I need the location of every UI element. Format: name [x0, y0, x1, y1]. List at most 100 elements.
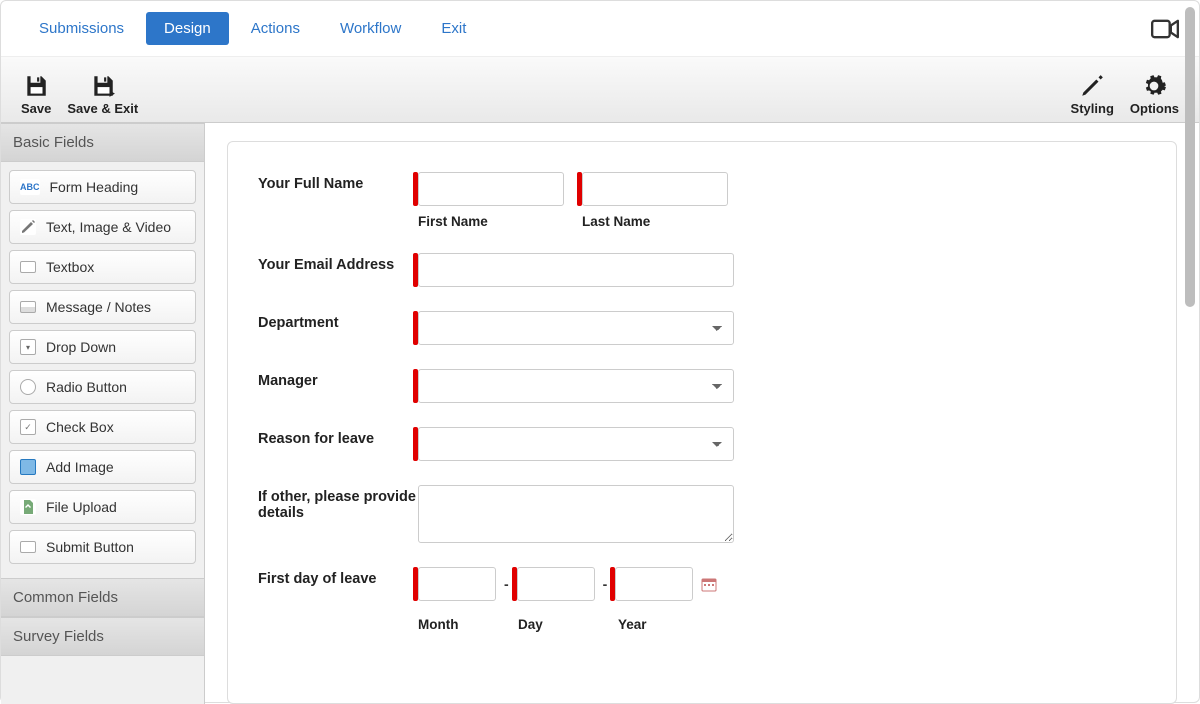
required-indicator [413, 427, 418, 461]
label-reason: Reason for leave [258, 427, 418, 447]
field-item-label: File Upload [46, 499, 117, 515]
month-input[interactable] [418, 567, 496, 601]
tab-actions[interactable]: Actions [233, 12, 318, 45]
row-email: Your Email Address [258, 253, 1146, 287]
reason-select[interactable] [418, 427, 734, 461]
top-tabbar: Submissions Design Actions Workflow Exit [1, 1, 1199, 57]
sublabel-last-name: Last Name [582, 214, 728, 229]
sidebar-header-basic[interactable]: Basic Fields [1, 123, 204, 162]
field-item-label: Drop Down [46, 339, 116, 355]
form-canvas[interactable]: Your Full Name First Name Last Name [227, 141, 1177, 704]
edit-icon [20, 219, 36, 235]
sublabel-day: Day [518, 617, 596, 632]
save-button[interactable]: Save [21, 73, 51, 116]
abc-icon: ABC [20, 179, 40, 195]
save-exit-label: Save & Exit [67, 101, 138, 116]
save-icon [23, 73, 49, 99]
field-item-form-heading[interactable]: ABC Form Heading [9, 170, 196, 204]
sublabel-month: Month [418, 617, 496, 632]
message-icon [20, 301, 36, 313]
tab-exit[interactable]: Exit [423, 12, 484, 45]
field-item-label: Check Box [46, 419, 114, 435]
row-full-name: Your Full Name First Name Last Name [258, 172, 1146, 229]
pencil-icon [1079, 73, 1105, 99]
submit-icon [20, 541, 36, 553]
year-input[interactable] [615, 567, 693, 601]
options-button[interactable]: Options [1130, 73, 1179, 116]
label-other: If other, please provide details [258, 485, 418, 521]
save-exit-button[interactable]: Save & Exit [67, 73, 138, 116]
save-exit-icon [90, 73, 116, 99]
label-department: Department [258, 311, 418, 331]
row-first-day: First day of leave - - [258, 567, 1146, 632]
department-select[interactable] [418, 311, 734, 345]
field-item-message-notes[interactable]: Message / Notes [9, 290, 196, 324]
field-item-check-box[interactable]: Check Box [9, 410, 196, 444]
required-indicator [413, 253, 418, 287]
row-other-details: If other, please provide details [258, 485, 1146, 543]
day-input[interactable] [517, 567, 595, 601]
row-department: Department [258, 311, 1146, 345]
gear-icon [1141, 73, 1167, 99]
field-item-radio-button[interactable]: Radio Button [9, 370, 196, 404]
styling-button[interactable]: Styling [1071, 73, 1114, 116]
options-label: Options [1130, 101, 1179, 116]
field-item-label: Text, Image & Video [46, 219, 171, 235]
textbox-icon [20, 261, 36, 273]
field-item-label: Form Heading [50, 179, 139, 195]
dropdown-icon [20, 339, 36, 355]
row-reason: Reason for leave [258, 427, 1146, 461]
tab-submissions[interactable]: Submissions [21, 12, 142, 45]
canvas-wrap: Your Full Name First Name Last Name [205, 123, 1199, 704]
field-item-textbox[interactable]: Textbox [9, 250, 196, 284]
label-email: Your Email Address [258, 253, 418, 273]
sidebar-header-survey[interactable]: Survey Fields [1, 617, 204, 656]
field-item-label: Radio Button [46, 379, 127, 395]
sidebar: Basic Fields ABC Form Heading Text, Imag… [1, 123, 205, 704]
tab-design[interactable]: Design [146, 12, 229, 45]
sidebar-header-common[interactable]: Common Fields [1, 578, 204, 617]
basic-fields-list: ABC Form Heading Text, Image & Video Tex… [1, 162, 204, 578]
tab-workflow[interactable]: Workflow [322, 12, 419, 45]
label-first-day: First day of leave [258, 567, 418, 587]
field-item-label: Message / Notes [46, 299, 151, 315]
styling-label: Styling [1071, 101, 1114, 116]
field-item-file-upload[interactable]: File Upload [9, 490, 196, 524]
calendar-icon[interactable] [701, 576, 717, 592]
toolbar: Save Save & Exit Styling Options [1, 57, 1199, 123]
required-indicator [577, 172, 582, 206]
date-separator: - [603, 576, 608, 592]
field-item-label: Submit Button [46, 539, 134, 555]
other-details-textarea[interactable] [418, 485, 734, 543]
label-manager: Manager [258, 369, 418, 389]
field-item-label: Textbox [46, 259, 94, 275]
field-item-drop-down[interactable]: Drop Down [9, 330, 196, 364]
required-indicator [413, 369, 418, 403]
field-item-submit-button[interactable]: Submit Button [9, 530, 196, 564]
save-label: Save [21, 101, 51, 116]
required-indicator [413, 567, 418, 601]
required-indicator [610, 567, 615, 601]
label-full-name: Your Full Name [258, 172, 418, 192]
sublabel-first-name: First Name [418, 214, 564, 229]
field-item-text-image-video[interactable]: Text, Image & Video [9, 210, 196, 244]
video-icon[interactable] [1151, 19, 1179, 39]
date-separator: - [504, 576, 509, 592]
first-name-input[interactable] [418, 172, 564, 206]
row-manager: Manager [258, 369, 1146, 403]
checkbox-icon [20, 419, 36, 435]
image-icon [20, 459, 36, 475]
required-indicator [413, 311, 418, 345]
required-indicator [413, 172, 418, 206]
sublabel-year: Year [618, 617, 696, 632]
field-item-label: Add Image [46, 459, 114, 475]
field-item-add-image[interactable]: Add Image [9, 450, 196, 484]
email-input[interactable] [418, 253, 734, 287]
radio-icon [20, 379, 36, 395]
last-name-input[interactable] [582, 172, 728, 206]
manager-select[interactable] [418, 369, 734, 403]
main-area: Basic Fields ABC Form Heading Text, Imag… [1, 123, 1199, 704]
required-indicator [512, 567, 517, 601]
scrollbar[interactable] [1185, 7, 1195, 307]
upload-icon [20, 499, 36, 515]
